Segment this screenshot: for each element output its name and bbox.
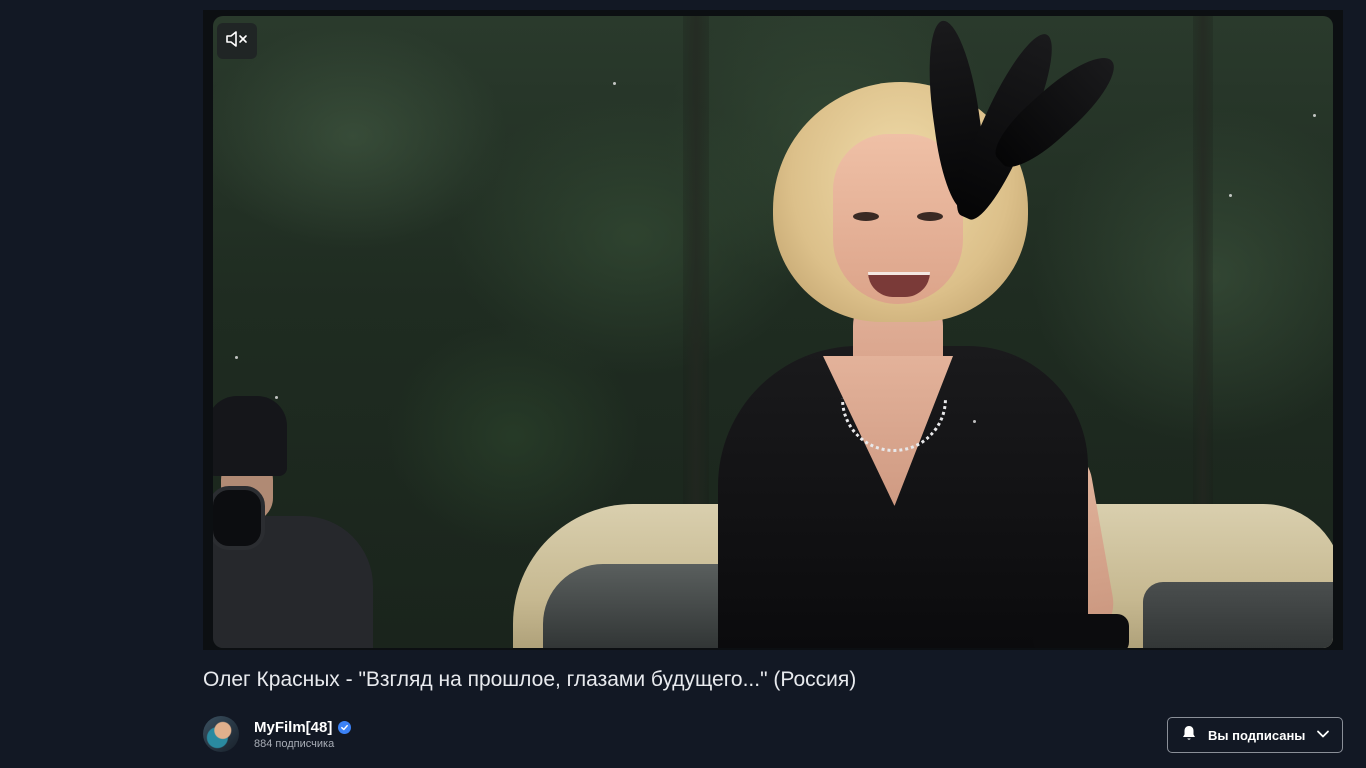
particle [973, 420, 976, 423]
subscriber-count: 884 подписчика [254, 737, 335, 750]
channel-avatar[interactable] [203, 716, 239, 752]
particle [275, 396, 278, 399]
car-window [1143, 582, 1333, 648]
particle [1229, 194, 1232, 197]
woman-glove [1033, 614, 1129, 648]
photographer-hat [213, 396, 287, 476]
car-window [543, 564, 743, 648]
particle [1313, 114, 1316, 117]
channel-name[interactable]: MyFilm[48] [254, 719, 332, 736]
subscribed-button[interactable]: Вы подписаны [1167, 717, 1343, 753]
subscribe-label: Вы подписаны [1208, 727, 1306, 743]
eye [853, 212, 879, 221]
channel-info: MyFilm[48] 884 подписчика [254, 719, 352, 750]
verified-check-icon [338, 720, 352, 734]
chevron-down-icon [1316, 726, 1330, 744]
speaker-muted-icon [225, 30, 249, 53]
tree-trunk [1193, 16, 1213, 536]
bell-icon [1180, 724, 1198, 747]
eye [917, 212, 943, 221]
camera [213, 486, 265, 550]
mute-button[interactable] [217, 23, 257, 59]
page: Олег Красных - "Взгляд на прошлое, глаза… [0, 0, 1366, 768]
particle [235, 356, 238, 359]
video-title: Олег Красных - "Взгляд на прошлое, глаза… [203, 668, 857, 691]
channel-block[interactable]: MyFilm[48] 884 подписчика [203, 716, 352, 752]
video-frame[interactable] [213, 16, 1333, 648]
tree-trunk [683, 16, 709, 536]
channel-name-row: MyFilm[48] [254, 719, 352, 736]
particle [613, 82, 616, 85]
video-player[interactable] [203, 10, 1343, 650]
